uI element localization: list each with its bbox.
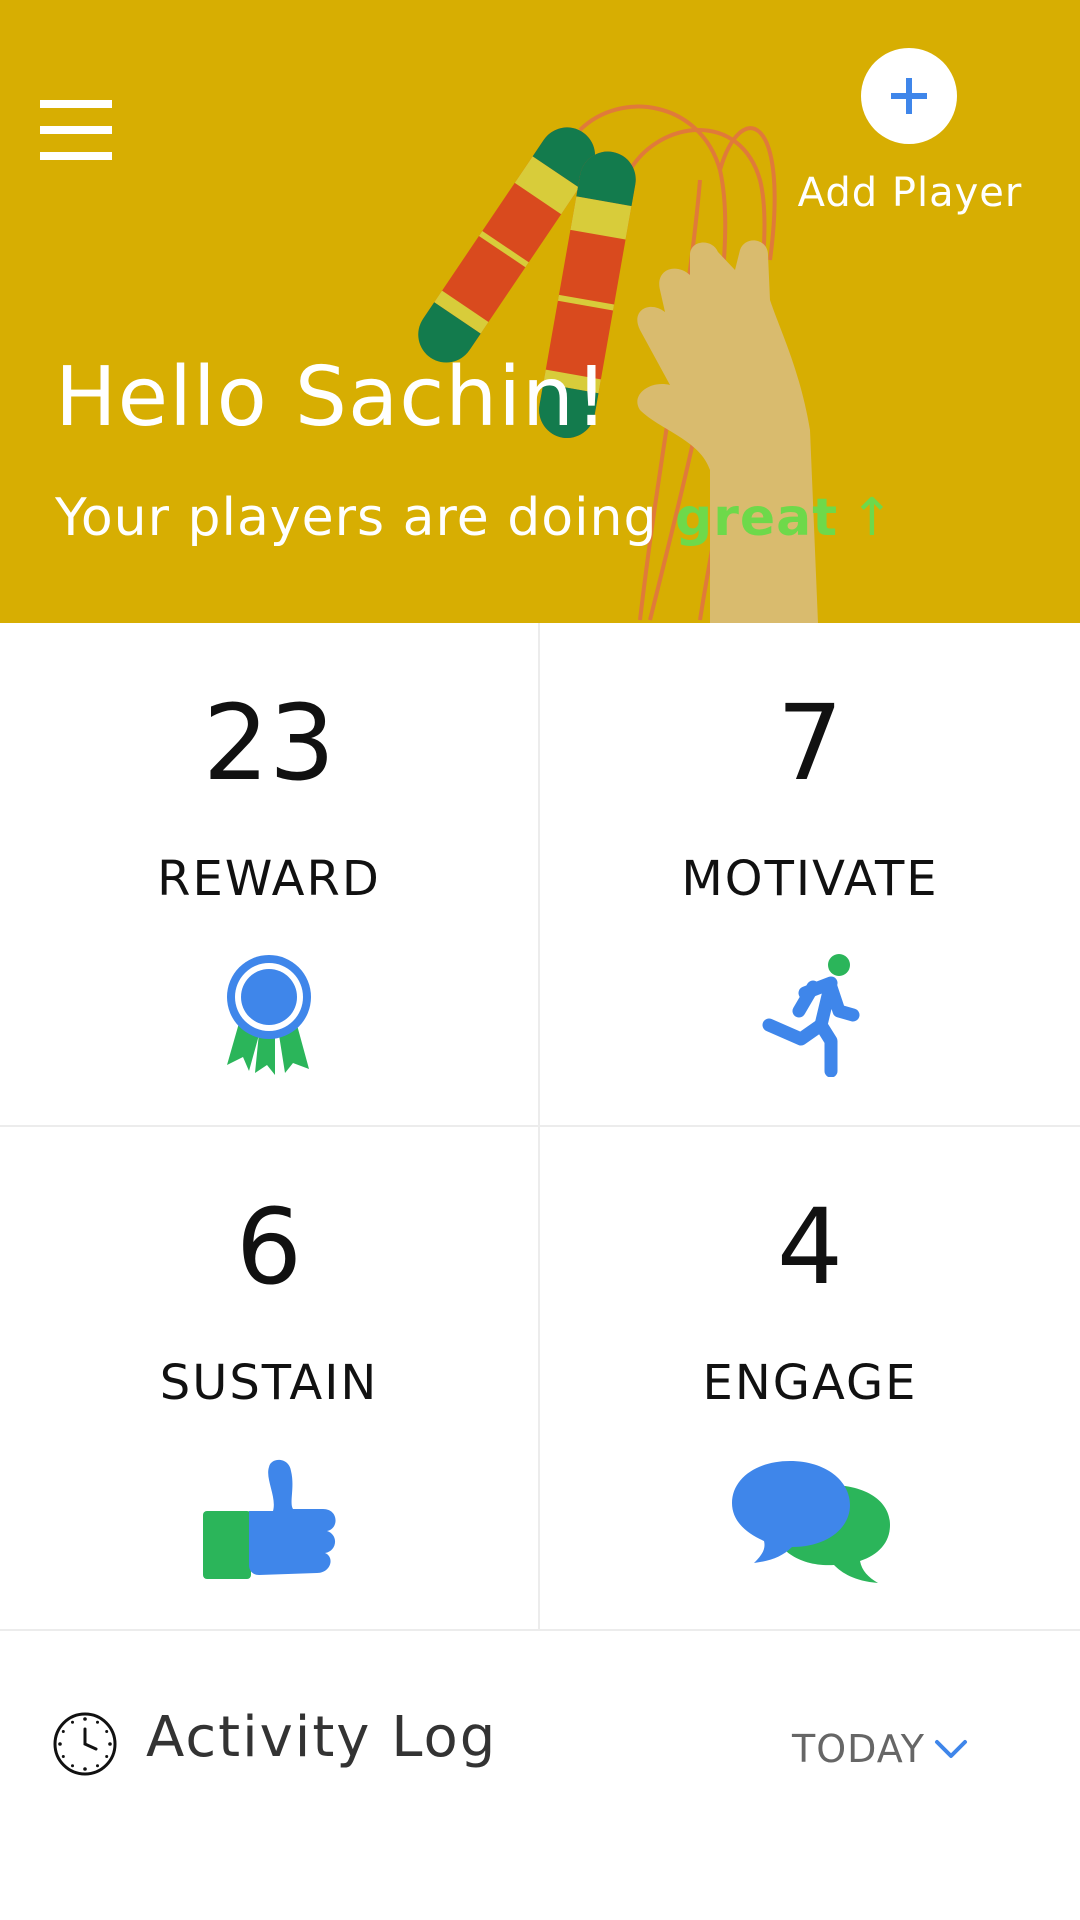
running-person-icon <box>762 954 860 1077</box>
award-ribbon-icon <box>227 955 311 1075</box>
reward-label: REWARD <box>157 851 381 907</box>
activity-log-section: Activity Log TODAY <box>0 1631 1080 1920</box>
tagline: Your players are doing great ↑ <box>55 488 895 548</box>
add-player-button[interactable]: Add Player <box>790 48 1030 228</box>
engage-count: 4 <box>776 1186 844 1308</box>
chat-bubbles-icon <box>732 1461 890 1583</box>
tagline-accent: great <box>675 488 839 548</box>
reward-count: 23 <box>202 682 336 804</box>
motivate-label: MOTIVATE <box>681 851 939 907</box>
up-arrow-icon: ↑ <box>850 488 895 548</box>
chevron-down-icon <box>934 1740 967 1758</box>
sustain-count: 6 <box>235 1186 303 1308</box>
plus-icon <box>861 48 957 144</box>
thumbs-up-icon <box>203 1459 336 1579</box>
reward-card[interactable]: 23 REWARD <box>0 623 540 1127</box>
motivate-card[interactable]: 7 MOTIVATE <box>540 623 1080 1127</box>
today-filter-label: TODAY <box>792 1727 925 1771</box>
greeting-heading: Hello Sachin! <box>55 350 609 445</box>
stats-grid: 23 REWARD 7 MOTIVATE 6 SUSTAIN 4 ENGAGE <box>0 623 1080 1631</box>
engage-card[interactable]: 4 ENGAGE <box>540 1127 1080 1631</box>
hero-banner: Add Player Hello Sachin! Your players ar… <box>0 0 1080 623</box>
clock-icon <box>53 1712 117 1776</box>
activity-log-title: Activity Log <box>146 1705 498 1770</box>
hamburger-menu-icon[interactable] <box>40 90 130 170</box>
engage-label: ENGAGE <box>702 1355 918 1411</box>
add-player-label: Add Player <box>797 170 1023 216</box>
today-filter-dropdown[interactable]: TODAY <box>792 1727 971 1771</box>
sustain-label: SUSTAIN <box>159 1355 379 1411</box>
motivate-count: 7 <box>776 682 844 804</box>
tagline-prefix: Your players are doing <box>55 488 676 548</box>
sustain-card[interactable]: 6 SUSTAIN <box>0 1127 540 1631</box>
